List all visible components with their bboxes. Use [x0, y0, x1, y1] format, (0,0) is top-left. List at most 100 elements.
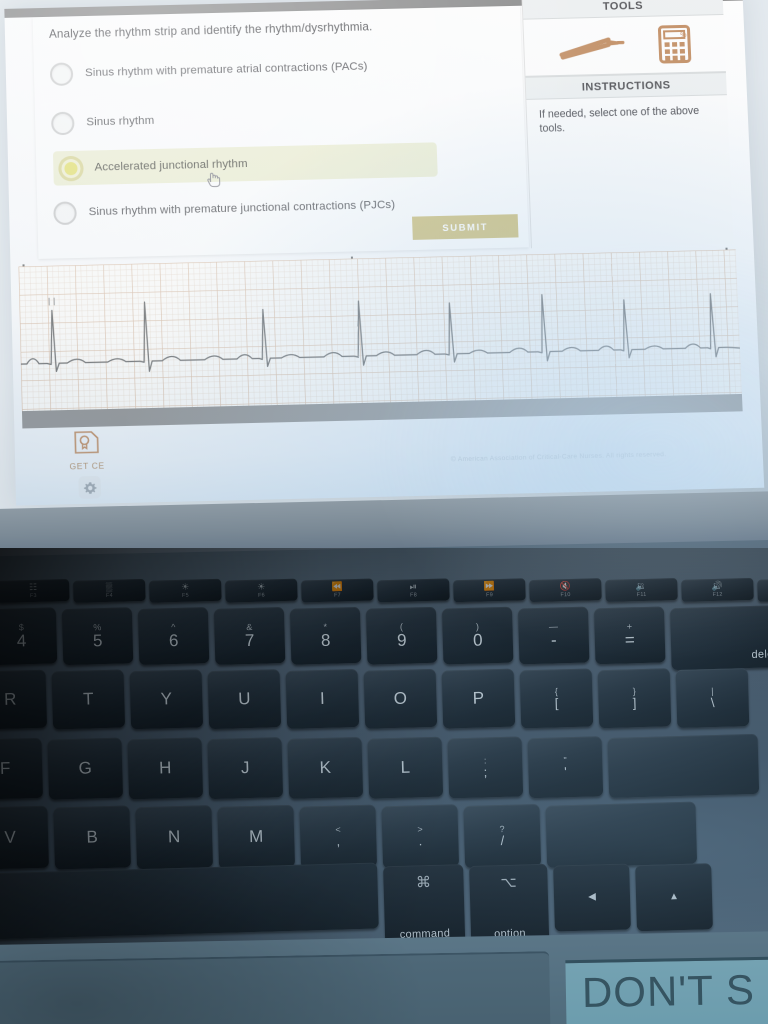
key-4[interactable]: $ 4 [0, 607, 57, 665]
radio-button-1[interactable] [51, 111, 75, 135]
key-semicolon[interactable]: : ; [448, 736, 524, 798]
key-i[interactable]: I [286, 669, 360, 729]
key-m[interactable]: M [217, 805, 295, 869]
key-slash-main: / [500, 834, 504, 848]
key-v[interactable]: V [0, 806, 49, 870]
instructions-body: If needed, select one of the above tools… [526, 95, 728, 145]
ecg-lead-label: II [47, 296, 58, 308]
key-f8-icon: ⏯ [410, 582, 417, 591]
key-f8[interactable]: ⏯ F8 [377, 578, 450, 602]
key-f4-label: F4 [106, 593, 113, 599]
answer-option-1[interactable]: Sinus rhythm [45, 95, 508, 140]
quiz-card: Analyze the rhythm strip and identify th… [33, 6, 529, 259]
key-b[interactable]: B [53, 805, 131, 869]
key-arrow-up-label: ▲ [669, 892, 679, 903]
certificate-icon [73, 430, 100, 455]
key-p[interactable]: P [442, 669, 516, 729]
key-arrow-left[interactable]: ◀ [553, 863, 631, 931]
trackpad[interactable] [0, 951, 551, 1024]
key-f10-label: F10 [560, 592, 570, 598]
key-t[interactable]: T [52, 670, 126, 730]
answer-option-2-selected[interactable]: Accelerated junctional rhythm [53, 142, 438, 185]
key-f12[interactable]: 🔊 F12 [681, 578, 754, 602]
answer-option-3-label: Sinus rhythm with premature junctional c… [89, 199, 396, 218]
key-g-label: G [78, 760, 92, 778]
ecg-paper: II [19, 249, 742, 411]
radio-button-3[interactable] [53, 201, 77, 225]
key-f5-icon: ☀ [181, 583, 189, 592]
key-m-label: M [249, 828, 264, 846]
key-f10[interactable]: 🔇 F10 [529, 578, 602, 602]
key-6[interactable]: ^ 6 [138, 607, 210, 665]
key-n[interactable]: N [135, 805, 213, 869]
key-f12-icon: 🔊 [712, 582, 723, 591]
key-bracket-left[interactable]: { [ [520, 668, 594, 728]
key-power[interactable]: ⏻ [757, 578, 768, 602]
key-f4[interactable]: ▒ F4 [73, 579, 146, 603]
key-7[interactable]: & 7 [214, 607, 286, 665]
key-y[interactable]: Y [130, 669, 204, 729]
key-g[interactable]: G [47, 738, 123, 800]
settings-button[interactable] [78, 476, 101, 499]
key-j[interactable]: J [207, 737, 283, 799]
key-5[interactable]: % 5 [62, 607, 134, 665]
key-comma-main: , [336, 834, 340, 848]
key-return[interactable] [608, 734, 760, 798]
key-comma[interactable]: < , [299, 805, 377, 869]
key-f9[interactable]: ⏩ F9 [453, 578, 526, 602]
key-delete[interactable]: delete [670, 605, 768, 670]
key-equals[interactable]: + = [594, 606, 666, 664]
key-l[interactable]: L [368, 737, 444, 799]
submit-button[interactable]: SUBMIT [412, 214, 519, 240]
key-f9-icon: ⏩ [484, 582, 495, 591]
key-f3[interactable]: ☷ F3 [0, 579, 70, 603]
radio-button-2[interactable] [59, 156, 83, 180]
key-minus-main: - [551, 631, 557, 649]
option-icon: ⌥ [500, 875, 517, 889]
background-sign-text: DON'T S [582, 966, 756, 1017]
calculator-icon[interactable]: % [656, 24, 692, 65]
key-h[interactable]: H [127, 737, 203, 799]
web-page: Analyze the rhythm strip and identify th… [4, 0, 764, 506]
key-f5[interactable]: ☀ F5 [149, 579, 222, 603]
key-f7[interactable]: ⏪ F7 [301, 579, 374, 603]
key-f10-icon: 🔇 [560, 582, 571, 591]
key-shift-right[interactable] [545, 802, 697, 868]
copyright-text: © American Association of Critical-Care … [451, 451, 667, 463]
key-f11[interactable]: 🔉 F11 [605, 578, 678, 602]
key-u[interactable]: U [208, 669, 282, 729]
key-k-label: K [319, 759, 331, 777]
key-space[interactable] [0, 863, 379, 942]
key-9[interactable]: ( 9 [366, 607, 438, 665]
key-5-main: 5 [93, 632, 103, 650]
key-slash[interactable]: ? / [463, 804, 541, 868]
key-backslash-main: \ [711, 696, 715, 710]
key-minus[interactable]: — - [518, 607, 590, 665]
key-k[interactable]: K [287, 737, 363, 799]
key-f11-label: F11 [637, 592, 647, 598]
key-f3-icon: ☷ [29, 583, 37, 592]
key-f6-icon: ☀ [257, 583, 265, 592]
key-period[interactable]: > . [381, 804, 459, 868]
key-o[interactable]: O [364, 669, 438, 729]
key-r[interactable]: R [0, 670, 47, 730]
key-arrow-up[interactable]: ▲ [635, 863, 713, 931]
calipers-icon[interactable] [557, 30, 626, 62]
get-ce-label: GET CE [60, 460, 115, 472]
key-v-label: V [4, 829, 16, 847]
key-quote[interactable]: " ' [528, 736, 604, 798]
key-quote-main: ' [564, 765, 567, 779]
laptop-screen: Analyze the rhythm strip and identify th… [0, 0, 768, 564]
answer-option-0[interactable]: Sinus rhythm with premature atrial contr… [44, 46, 506, 91]
key-f[interactable]: F [0, 738, 43, 800]
get-ce-button[interactable]: GET CE [59, 429, 115, 471]
key-f6[interactable]: ☀ F6 [225, 579, 298, 603]
key-bracket-right[interactable]: } ] [598, 668, 672, 728]
key-h-label: H [159, 759, 172, 777]
key-6-main: 6 [169, 632, 179, 650]
key-8[interactable]: * 8 [290, 607, 362, 665]
key-f7-icon: ⏪ [332, 582, 343, 591]
key-0[interactable]: ) 0 [442, 607, 514, 665]
radio-button-0[interactable] [50, 62, 74, 86]
key-backslash[interactable]: | \ [676, 668, 750, 728]
